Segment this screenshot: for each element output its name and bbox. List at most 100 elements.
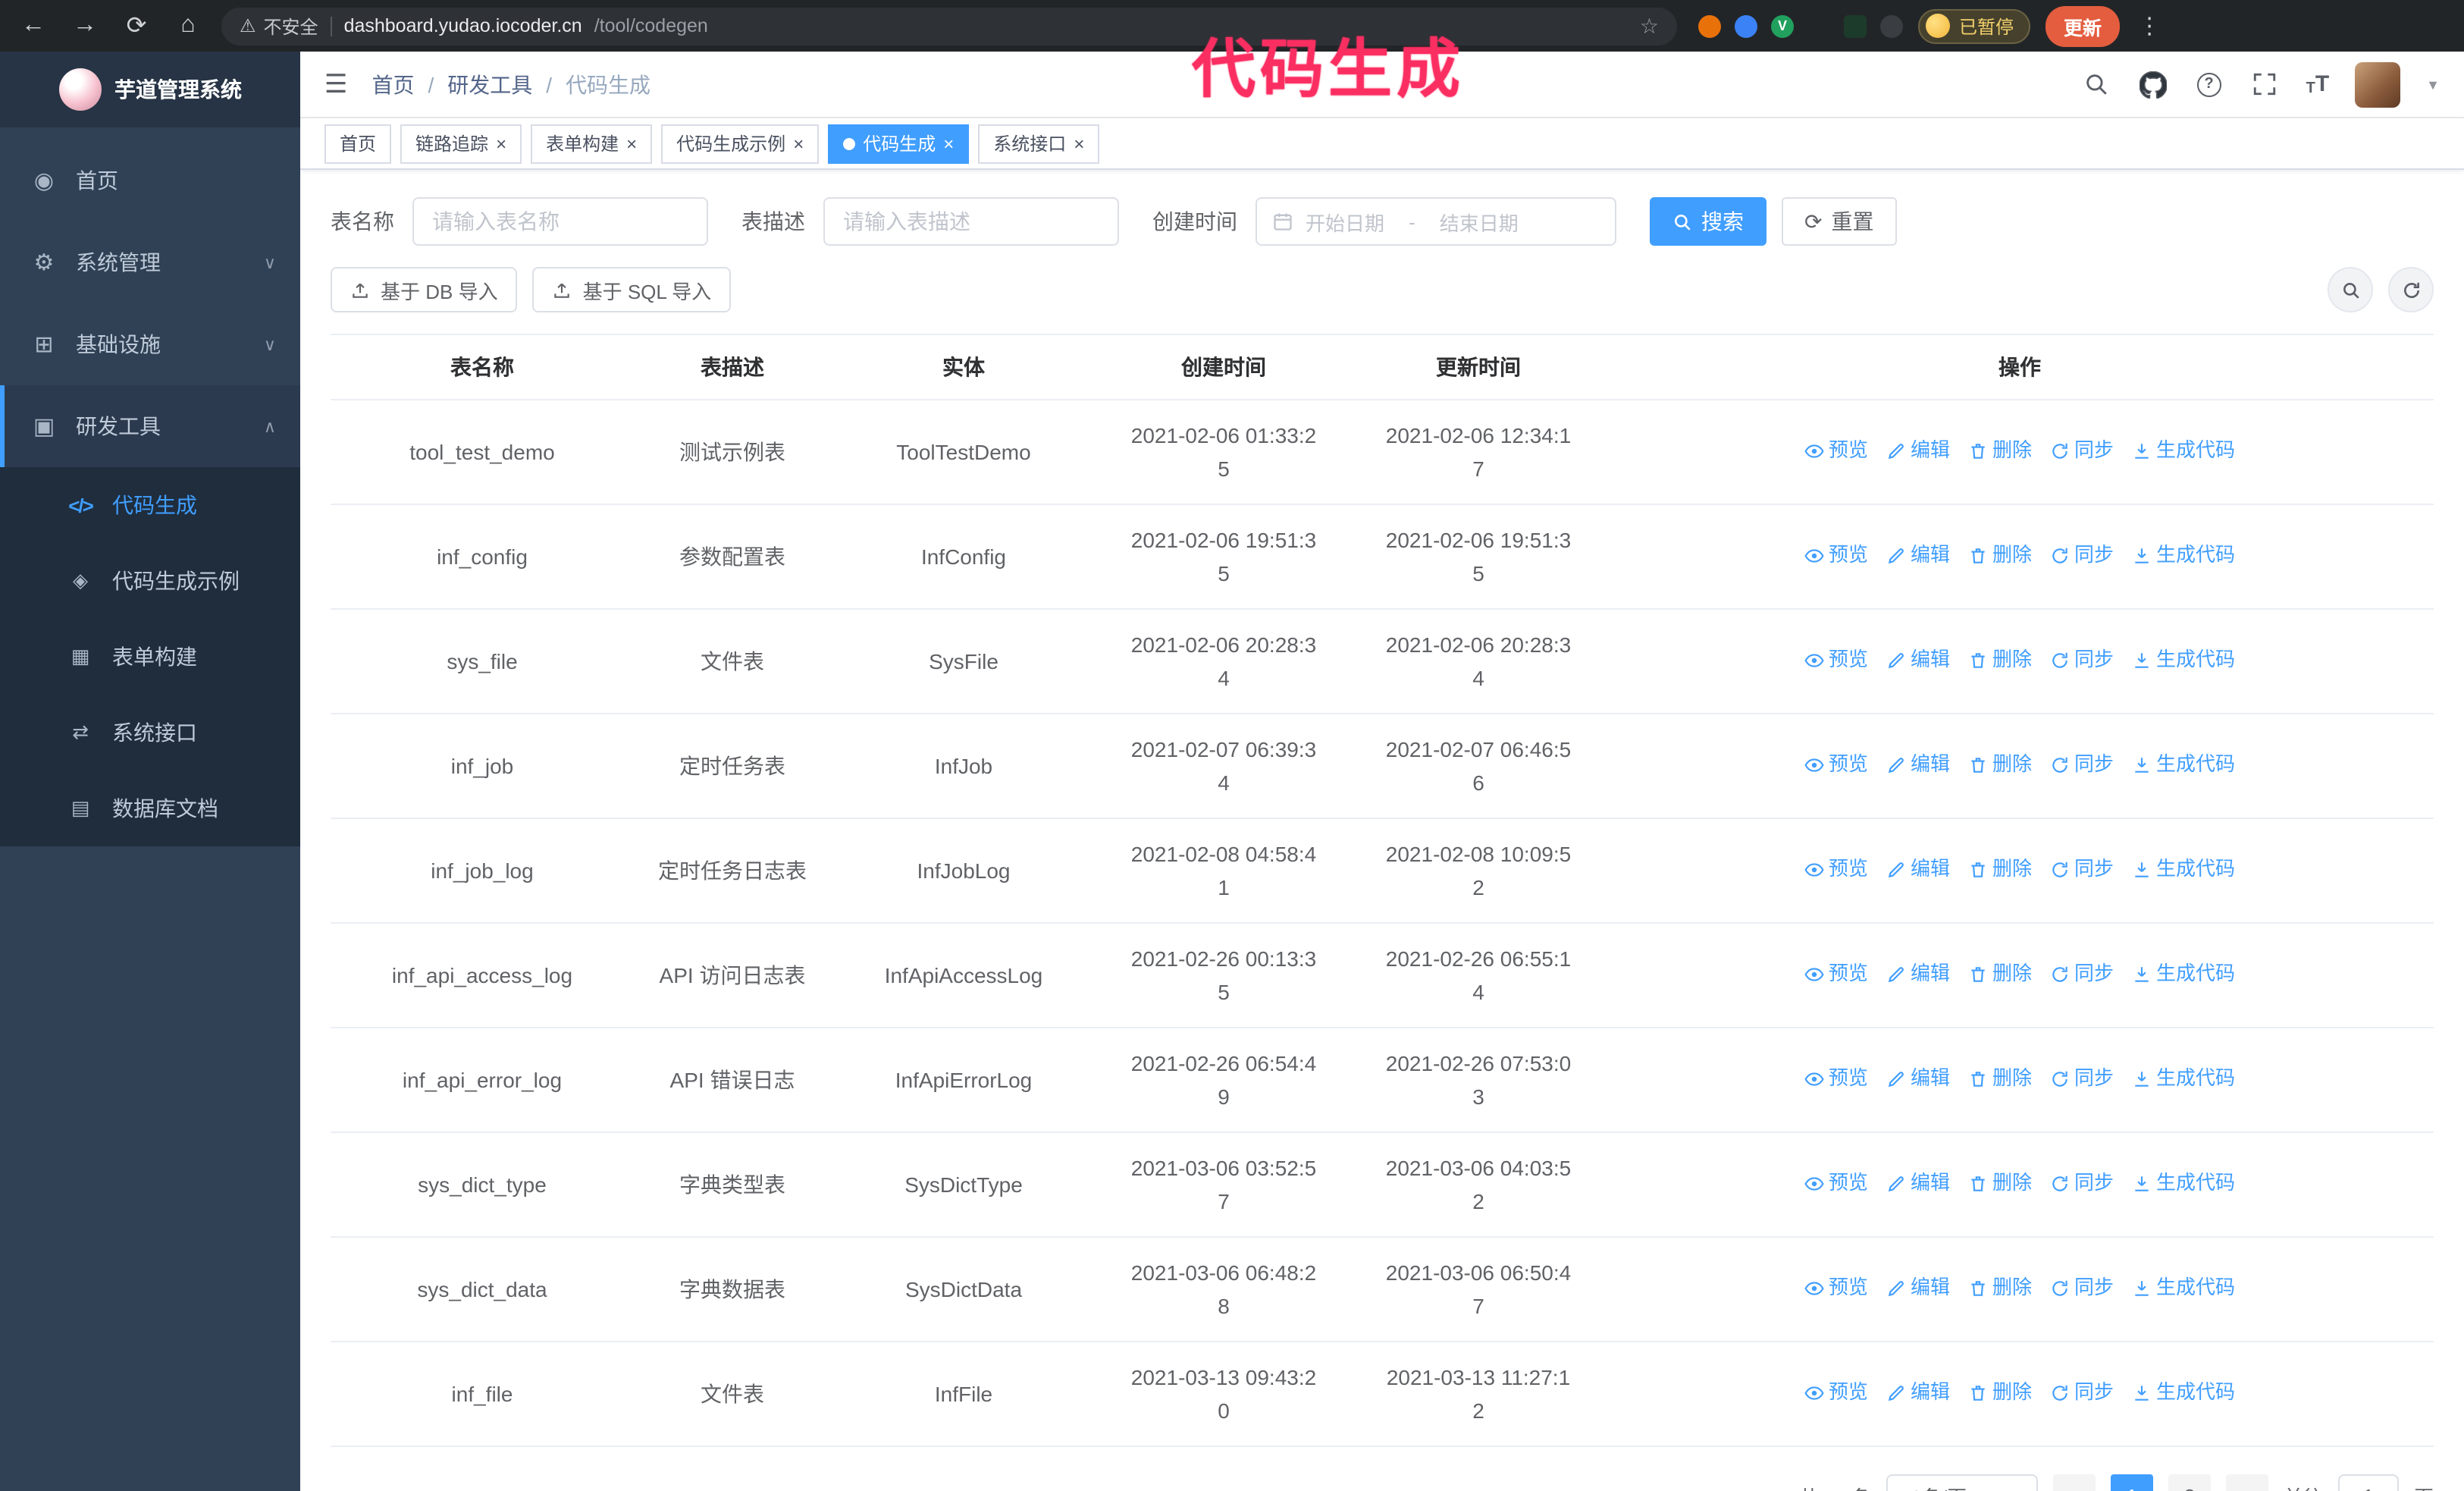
sidebar-logo[interactable]: 芋道管理系统 — [0, 52, 300, 127]
breadcrumb-item[interactable]: 首页 — [372, 69, 415, 99]
date-range-picker[interactable]: 开始日期 - 结束日期 — [1256, 197, 1616, 246]
close-icon[interactable]: × — [793, 134, 804, 152]
import-sql-button[interactable]: 基于 SQL 导入 — [532, 267, 732, 312]
delete-link[interactable]: 删除 — [1968, 1063, 2032, 1096]
delete-link[interactable]: 删除 — [1968, 1376, 2032, 1410]
preview-link[interactable]: 预览 — [1804, 644, 1868, 677]
browser-forward-button[interactable]: → — [67, 8, 103, 44]
sync-link[interactable]: 同步 — [2050, 749, 2114, 782]
close-icon[interactable]: × — [943, 134, 954, 152]
sync-link[interactable]: 同步 — [2050, 1272, 2114, 1305]
sync-link[interactable]: 同步 — [2050, 435, 2114, 468]
preview-link[interactable]: 预览 — [1804, 1376, 1868, 1410]
edit-link[interactable]: 编辑 — [1886, 853, 1950, 887]
delete-link[interactable]: 删除 — [1968, 1272, 2032, 1305]
search-icon[interactable] — [2082, 69, 2112, 99]
generate-code-link[interactable]: 生成代码 — [2132, 644, 2235, 677]
goto-page-input[interactable] — [2337, 1474, 2399, 1491]
page-size-select[interactable]: 10条/页 ▼ — [1886, 1474, 2038, 1491]
tab-codegen[interactable]: 代码生成 × — [828, 124, 970, 163]
preview-link[interactable]: 预览 — [1804, 853, 1868, 887]
generate-code-link[interactable]: 生成代码 — [2132, 1063, 2235, 1096]
sidebar-item-codegen[interactable]: </> 代码生成 — [0, 467, 300, 543]
preview-link[interactable]: 预览 — [1804, 1063, 1868, 1096]
extension-icon[interactable] — [1807, 14, 1830, 37]
close-icon[interactable]: × — [1074, 134, 1084, 152]
font-size-icon[interactable]: TT — [2306, 71, 2330, 97]
sidebar-item-codegen-example[interactable]: ◈ 代码生成示例 — [0, 543, 300, 619]
tab-codegen-example[interactable]: 代码生成示例 × — [661, 124, 820, 163]
browser-reload-button[interactable]: ⟳ — [118, 8, 155, 44]
sidebar-item-system-api[interactable]: ⇄ 系统接口 — [0, 695, 300, 771]
search-button[interactable]: 搜索 — [1650, 197, 1766, 246]
preview-link[interactable]: 预览 — [1804, 1167, 1868, 1201]
generate-code-link[interactable]: 生成代码 — [2132, 435, 2235, 468]
preview-link[interactable]: 预览 — [1804, 749, 1868, 782]
browser-update-button[interactable]: 更新 — [2045, 5, 2121, 46]
edit-link[interactable]: 编辑 — [1886, 1376, 1950, 1410]
edit-link[interactable]: 编辑 — [1886, 435, 1950, 468]
edit-link[interactable]: 编辑 — [1886, 644, 1950, 677]
delete-link[interactable]: 删除 — [1968, 749, 2032, 782]
generate-code-link[interactable]: 生成代码 — [2132, 539, 2235, 573]
browser-back-button[interactable]: ← — [15, 8, 52, 44]
extension-icon[interactable] — [1880, 14, 1903, 37]
delete-link[interactable]: 删除 — [1968, 539, 2032, 573]
user-avatar[interactable] — [2355, 61, 2401, 107]
sync-link[interactable]: 同步 — [2050, 853, 2114, 887]
breadcrumb-item[interactable]: 研发工具 — [447, 69, 532, 99]
tab-home[interactable]: 首页 — [324, 124, 392, 163]
extension-icon[interactable]: V — [1771, 14, 1794, 37]
edit-link[interactable]: 编辑 — [1886, 958, 1950, 991]
next-page-button[interactable]: › — [2225, 1474, 2268, 1491]
generate-code-link[interactable]: 生成代码 — [2132, 1167, 2235, 1201]
avatar-caret-icon[interactable]: ▼ — [2426, 77, 2440, 92]
edit-link[interactable]: 编辑 — [1886, 749, 1950, 782]
bookmark-star-icon[interactable]: ☆ — [1640, 13, 1659, 39]
sync-link[interactable]: 同步 — [2050, 1376, 2114, 1410]
github-icon[interactable] — [2138, 69, 2168, 99]
fullscreen-icon[interactable] — [2250, 69, 2281, 99]
extension-icon[interactable] — [1698, 14, 1721, 37]
prev-page-button[interactable]: ‹ — [2052, 1474, 2096, 1491]
generate-code-link[interactable]: 生成代码 — [2132, 958, 2235, 991]
security-warning[interactable]: ⚠ 不安全 — [240, 13, 318, 39]
sync-link[interactable]: 同步 — [2050, 1063, 2114, 1096]
tab-trace[interactable]: 链路追踪 × — [400, 124, 522, 163]
delete-link[interactable]: 删除 — [1968, 435, 2032, 468]
preview-link[interactable]: 预览 — [1804, 539, 1868, 573]
reset-button[interactable]: ⟳ 重置 — [1782, 197, 1897, 246]
close-icon[interactable]: × — [626, 134, 637, 152]
tab-system-api[interactable]: 系统接口 × — [978, 124, 1100, 163]
close-icon[interactable]: × — [496, 134, 506, 152]
preview-link[interactable]: 预览 — [1804, 1272, 1868, 1305]
delete-link[interactable]: 删除 — [1968, 853, 2032, 887]
page-button-1[interactable]: 1 — [2110, 1474, 2153, 1491]
toggle-search-button[interactable] — [2328, 267, 2373, 312]
edit-link[interactable]: 编辑 — [1886, 1063, 1950, 1096]
sync-link[interactable]: 同步 — [2050, 539, 2114, 573]
sidebar-item-infrastructure[interactable]: ⊞ 基础设施 ∨ — [0, 303, 300, 385]
sidebar-item-dev-tools[interactable]: ▣ 研发工具 ∧ — [0, 385, 300, 467]
delete-link[interactable]: 删除 — [1968, 644, 2032, 677]
sidebar-item-home[interactable]: ◉ 首页 — [0, 140, 300, 221]
sync-link[interactable]: 同步 — [2050, 958, 2114, 991]
sidebar-item-database-doc[interactable]: ▤ 数据库文档 — [0, 771, 300, 846]
extension-icon[interactable] — [1844, 14, 1867, 37]
page-button-2[interactable]: 2 — [2168, 1474, 2211, 1491]
sync-link[interactable]: 同步 — [2050, 644, 2114, 677]
preview-link[interactable]: 预览 — [1804, 435, 1868, 468]
edit-link[interactable]: 编辑 — [1886, 1167, 1950, 1201]
sidebar-item-system-management[interactable]: ⚙ 系统管理 ∨ — [0, 221, 300, 303]
generate-code-link[interactable]: 生成代码 — [2132, 1272, 2235, 1305]
extension-icon[interactable] — [1735, 14, 1757, 37]
edit-link[interactable]: 编辑 — [1886, 539, 1950, 573]
delete-link[interactable]: 删除 — [1968, 958, 2032, 991]
edit-link[interactable]: 编辑 — [1886, 1272, 1950, 1305]
browser-home-button[interactable]: ⌂ — [170, 8, 206, 44]
help-icon[interactable]: ? — [2194, 69, 2224, 99]
preview-link[interactable]: 预览 — [1804, 958, 1868, 991]
refresh-table-button[interactable] — [2388, 267, 2434, 312]
import-db-button[interactable]: 基于 DB 导入 — [331, 267, 518, 312]
sidebar-item-form-builder[interactable]: ▦ 表单构建 — [0, 619, 300, 695]
